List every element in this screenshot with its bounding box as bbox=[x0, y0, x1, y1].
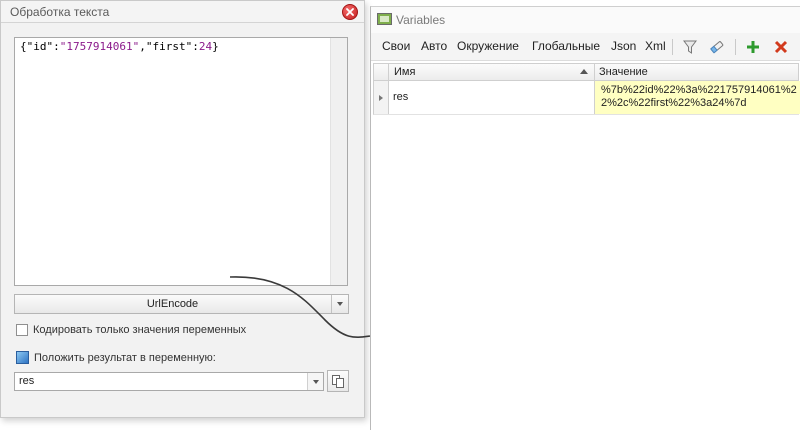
variables-grid: Имя Значение res %7b%22id%22%3a%22175791… bbox=[373, 63, 800, 123]
tab-own[interactable]: Свои bbox=[376, 36, 416, 57]
encode-only-vars-label: Кодировать только значения переменных bbox=[33, 324, 247, 336]
editor-token: "first" bbox=[145, 40, 193, 53]
toolbar-separator bbox=[672, 39, 673, 55]
close-button[interactable] bbox=[342, 4, 358, 20]
tab-auto[interactable]: Авто bbox=[415, 36, 453, 57]
tab-global[interactable]: Глобальные bbox=[526, 36, 606, 57]
column-header-value[interactable]: Значение bbox=[595, 64, 799, 80]
filter-icon[interactable] bbox=[682, 39, 698, 55]
cell-name-text: res bbox=[393, 91, 409, 103]
close-icon bbox=[346, 8, 354, 16]
row-indicator bbox=[374, 81, 389, 114]
encode-only-vars-checkbox[interactable] bbox=[16, 324, 28, 336]
add-icon[interactable] bbox=[745, 39, 761, 55]
result-variable-select[interactable]: res bbox=[14, 372, 324, 391]
result-variable-value: res bbox=[19, 375, 35, 387]
cell-value[interactable]: %7b%22id%22%3a%221757914061%22%2c%22firs… bbox=[595, 81, 800, 114]
encode-only-vars-option[interactable]: Кодировать только значения переменных bbox=[16, 324, 246, 336]
row-indicator-header bbox=[374, 64, 389, 80]
tab-environment[interactable]: Окружение bbox=[451, 36, 525, 57]
editor-token: 24 bbox=[198, 40, 213, 53]
toolbar-separator bbox=[735, 39, 736, 55]
chevron-down-icon bbox=[312, 379, 319, 384]
table-row[interactable]: res %7b%22id%22%3a%221757914061%22%2c%22… bbox=[373, 81, 800, 115]
editor-token: : bbox=[192, 40, 199, 53]
panel-header: Обработка текста bbox=[1, 1, 364, 23]
variables-title: Variables bbox=[396, 13, 446, 27]
column-header-name[interactable]: Имя bbox=[389, 64, 595, 80]
delete-icon[interactable] bbox=[773, 39, 789, 55]
column-header-name-label: Имя bbox=[394, 66, 416, 78]
column-header-value-label: Значение bbox=[599, 66, 648, 78]
result-variable-dropdown-button[interactable] bbox=[307, 373, 323, 390]
cell-name[interactable]: res bbox=[389, 81, 595, 114]
editor-content: {"id":"1757914061","first":24} bbox=[20, 40, 219, 53]
put-result-option: Положить результат в переменную: bbox=[16, 351, 216, 364]
copy-button[interactable] bbox=[327, 370, 349, 392]
tab-json[interactable]: Json bbox=[605, 36, 642, 57]
variables-title-bar: Variables bbox=[371, 7, 800, 33]
put-result-label: Положить результат в переменную: bbox=[34, 351, 216, 364]
copy-icon bbox=[332, 375, 344, 388]
current-row-icon bbox=[379, 94, 383, 101]
grid-header: Имя Значение bbox=[373, 63, 799, 81]
editor-token: "id" bbox=[26, 40, 54, 53]
sort-ascending-icon bbox=[580, 69, 588, 74]
editor-token: , bbox=[139, 40, 146, 53]
editor-token: : bbox=[53, 40, 60, 53]
text-editor[interactable]: {"id":"1757914061","first":24} bbox=[14, 37, 348, 286]
text-processing-panel: Обработка текста {"id":"1757914061","fir… bbox=[0, 0, 365, 418]
cell-value-text: %7b%22id%22%3a%221757914061%22%2c%22firs… bbox=[601, 84, 797, 109]
variables-panel: Variables Свои Авто Окружение Глобальные… bbox=[370, 6, 800, 430]
editor-token: } bbox=[212, 40, 219, 53]
editor-scrollbar[interactable] bbox=[330, 38, 347, 285]
editor-token: "1757914061" bbox=[59, 40, 140, 53]
tab-xml[interactable]: Xml bbox=[639, 36, 672, 57]
variables-toolbar: Свои Авто Окружение Глобальные Json Xml bbox=[371, 33, 800, 61]
panel-title: Обработка текста bbox=[10, 5, 110, 19]
variable-icon bbox=[16, 351, 29, 364]
variables-icon bbox=[377, 13, 392, 25]
eraser-icon[interactable] bbox=[709, 39, 725, 55]
connector-line bbox=[229, 276, 371, 338]
editor-token: { bbox=[20, 40, 27, 53]
